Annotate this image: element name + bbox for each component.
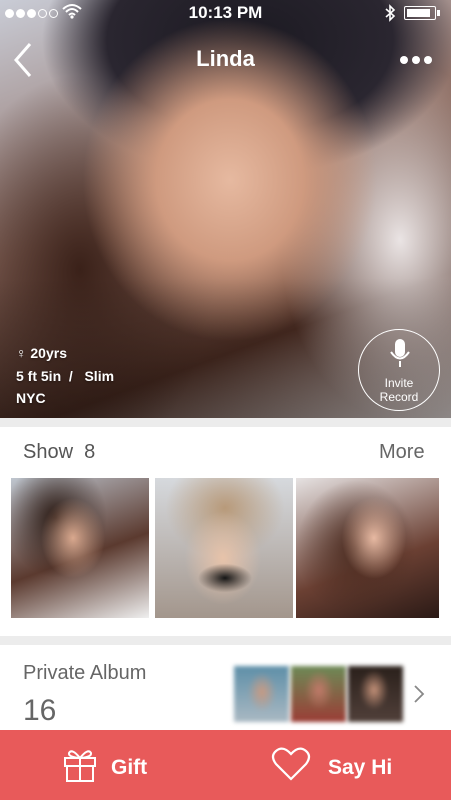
- show-count: 8: [84, 441, 96, 463]
- profile-age: ♀ 20yrs: [16, 345, 67, 361]
- microphone-icon: [390, 339, 410, 367]
- say-hi-label: Say Hi: [328, 756, 393, 779]
- battery-icon: [404, 6, 440, 20]
- show-photo-2[interactable]: [155, 478, 293, 618]
- record-label: Record: [379, 390, 419, 404]
- private-album-title: Private Album: [23, 662, 147, 684]
- profile-location: NYC: [16, 390, 46, 406]
- bluetooth-icon: [385, 4, 396, 22]
- invite-record-button[interactable]: Invite Record: [358, 329, 440, 411]
- show-photo-3[interactable]: [296, 478, 439, 618]
- section-divider: [0, 418, 451, 427]
- album-blurred-photo-2[interactable]: [291, 666, 346, 722]
- status-bar: 10:13 PM: [0, 0, 451, 26]
- section-divider: [0, 636, 451, 645]
- more-options-icon[interactable]: [400, 56, 432, 64]
- profile-height-build: 5 ft 5in / Slim: [16, 368, 115, 384]
- heart-icon: [271, 747, 311, 781]
- say-hi-button[interactable]: Say Hi: [226, 730, 451, 800]
- female-icon: ♀: [16, 345, 27, 361]
- show-photo-1[interactable]: [11, 478, 149, 618]
- show-more-link[interactable]: More: [379, 441, 425, 464]
- private-album-count: 16: [23, 694, 57, 727]
- gift-label: Gift: [111, 756, 148, 779]
- profile-name-title: Linda: [196, 46, 255, 71]
- gift-button[interactable]: Gift: [0, 730, 225, 800]
- album-blurred-photo-1[interactable]: [234, 666, 289, 722]
- invite-label: Invite: [384, 376, 414, 390]
- bottom-action-bar: Gift Say Hi: [0, 730, 451, 800]
- chevron-right-icon[interactable]: [413, 684, 425, 704]
- album-blurred-photo-3[interactable]: [348, 666, 403, 722]
- show-section-title: Show 8: [23, 441, 96, 463]
- gift-icon: [64, 750, 96, 782]
